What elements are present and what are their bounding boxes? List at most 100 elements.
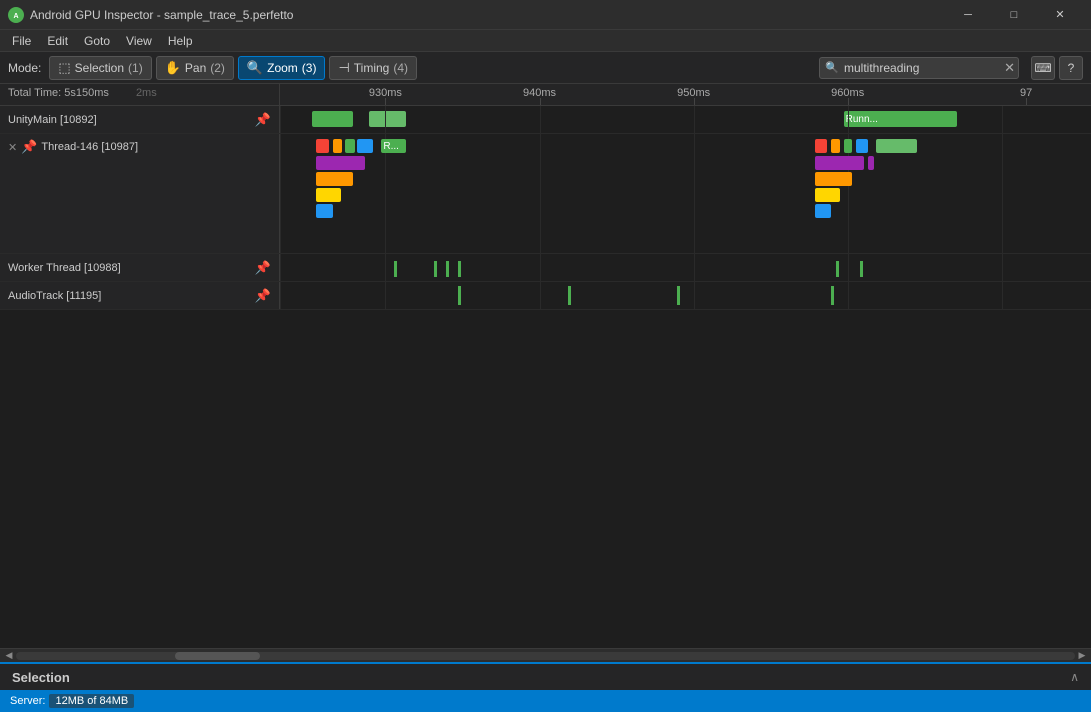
unity-segment-2[interactable]: Runn...: [844, 111, 958, 127]
tick-line: [540, 98, 541, 105]
grid-line: [694, 282, 695, 309]
selection-icon: ⬚: [58, 60, 70, 76]
pin-thread-146[interactable]: 📌: [21, 139, 37, 155]
thread146-segment-15[interactable]: [815, 172, 851, 186]
mode-label: Mode:: [8, 61, 41, 75]
track-content-thread-146[interactable]: R...: [280, 134, 1091, 253]
grid-line: [848, 106, 849, 133]
selection-title: Selection: [12, 670, 1070, 685]
close-button[interactable]: ✕: [1037, 0, 1083, 30]
mode-timing-button[interactable]: ⊣ Timing (4): [329, 56, 417, 80]
grid-line: [694, 254, 695, 281]
worker-bar-0: [394, 261, 397, 277]
thread146-segment-11[interactable]: [844, 139, 852, 153]
audio-bar-3: [831, 286, 834, 305]
menu-edit[interactable]: Edit: [39, 32, 76, 50]
tracks-area: UnityMain [10892] 📌 Runn... ✕ 📌 Thread-1…: [0, 106, 1091, 648]
grid-line: [1002, 106, 1003, 133]
thread146-segment-14[interactable]: [815, 156, 864, 170]
track-content-audio-track[interactable]: [280, 282, 1091, 309]
thread146-segment-0[interactable]: [316, 139, 328, 153]
audio-bar-0: [458, 286, 461, 305]
thread146-segment-2[interactable]: [345, 139, 355, 153]
thread146-segment-4[interactable]: R...: [381, 139, 405, 153]
pan-icon: ✋: [165, 60, 181, 76]
track-audio-track: AudioTrack [11195] 📌: [0, 282, 1091, 310]
mode-selection-button[interactable]: ⬚ Selection (1): [49, 56, 151, 80]
scroll-right-button[interactable]: ▶: [1075, 649, 1089, 663]
unity-segment-1[interactable]: [369, 111, 405, 127]
server-label: Server:: [10, 695, 45, 707]
menu-view[interactable]: View: [118, 32, 160, 50]
thread146-segment-12[interactable]: [856, 139, 868, 153]
search-clear-button[interactable]: ✕: [1004, 60, 1015, 76]
track-worker-thread: Worker Thread [10988] 📌: [0, 254, 1091, 282]
scroll-track[interactable]: [16, 652, 1075, 660]
track-content-worker-thread[interactable]: [280, 254, 1091, 281]
minimize-button[interactable]: ─: [945, 0, 991, 30]
audio-track-label: AudioTrack [11195]: [8, 290, 251, 302]
menu-file[interactable]: File: [4, 32, 39, 50]
thread146-segment-7[interactable]: [316, 188, 340, 202]
unity-segment-0[interactable]: [312, 111, 353, 127]
app-icon: A: [8, 7, 24, 23]
search-container: 🔍 ✕: [819, 57, 1019, 79]
timing-icon: ⊣: [338, 60, 349, 76]
scroll-left-button[interactable]: ◀: [2, 649, 16, 663]
mode-zoom-button[interactable]: 🔍 Zoom (3): [238, 56, 326, 80]
maximize-button[interactable]: □: [991, 0, 1037, 30]
track-label-audio-track: AudioTrack [11195] 📌: [0, 282, 280, 309]
thread146-segment-6[interactable]: [316, 172, 352, 186]
title-bar: A Android GPU Inspector - sample_trace_5…: [0, 0, 1091, 30]
menu-help[interactable]: Help: [160, 32, 201, 50]
worker-thread-label: Worker Thread [10988]: [8, 262, 251, 274]
thread146-segment-13[interactable]: [876, 139, 917, 153]
grid-line: [1002, 134, 1003, 253]
menu-bar: File Edit Goto View Help: [0, 30, 1091, 52]
app-title: Android GPU Inspector - sample_trace_5.p…: [30, 8, 945, 22]
close-thread-146[interactable]: ✕: [8, 141, 17, 154]
time-ruler: Total Time: 5s150ms 2ms 930ms940ms950ms9…: [0, 84, 1091, 106]
thread146-segment-10[interactable]: [831, 139, 839, 153]
track-label-thread-146: ✕ 📌 Thread-146 [10987]: [0, 134, 280, 253]
thread-146-label: Thread-146 [10987]: [41, 141, 138, 153]
thread146-segment-16[interactable]: [815, 188, 839, 202]
tick-line: [694, 98, 695, 105]
thread146-segment-17[interactable]: [815, 204, 831, 218]
ruler-ticks: 930ms940ms950ms960ms97: [280, 84, 1091, 105]
grid-line: [385, 106, 386, 133]
grid-line: [1002, 254, 1003, 281]
grid-line: [540, 106, 541, 133]
mode-bar: Mode: ⬚ Selection (1) ✋ Pan (2) 🔍 Zoom (…: [0, 52, 1091, 84]
mode-pan-button[interactable]: ✋ Pan (2): [156, 56, 234, 80]
grid-line: [694, 106, 695, 133]
track-unity-main: UnityMain [10892] 📌 Runn...: [0, 106, 1091, 134]
grid-line: [280, 134, 281, 253]
search-input[interactable]: [819, 57, 1019, 79]
worker-bar-4: [836, 261, 839, 277]
help-button[interactable]: ?: [1059, 56, 1083, 80]
thread146-segment-18[interactable]: [868, 156, 874, 170]
thread146-segment-3[interactable]: [357, 139, 373, 153]
selection-chevron: ∧: [1070, 670, 1079, 684]
scroll-thumb[interactable]: [175, 652, 260, 660]
thread146-segment-9[interactable]: [815, 139, 827, 153]
pin-worker-thread[interactable]: 📌: [255, 260, 271, 276]
svg-text:A: A: [13, 13, 18, 20]
grid-line: [280, 282, 281, 309]
worker-bar-1: [434, 261, 437, 277]
selection-header[interactable]: Selection ∧: [0, 664, 1091, 690]
keyboard-shortcuts-button[interactable]: ⌨: [1031, 56, 1055, 80]
thread146-segment-5[interactable]: [316, 156, 365, 170]
thread146-segment-8[interactable]: [316, 204, 332, 218]
audio-bar-1: [568, 286, 571, 305]
pin-audio-track[interactable]: 📌: [255, 288, 271, 304]
track-label-unity-main: UnityMain [10892] 📌: [0, 106, 280, 133]
server-value: 12MB of 84MB: [49, 694, 134, 708]
thread146-segment-1[interactable]: [333, 139, 343, 153]
pin-unity-main[interactable]: 📌: [255, 112, 271, 128]
tick-line: [1026, 98, 1027, 105]
worker-bar-5: [860, 261, 863, 277]
menu-goto[interactable]: Goto: [76, 32, 118, 50]
track-content-unity-main[interactable]: Runn...: [280, 106, 1091, 133]
